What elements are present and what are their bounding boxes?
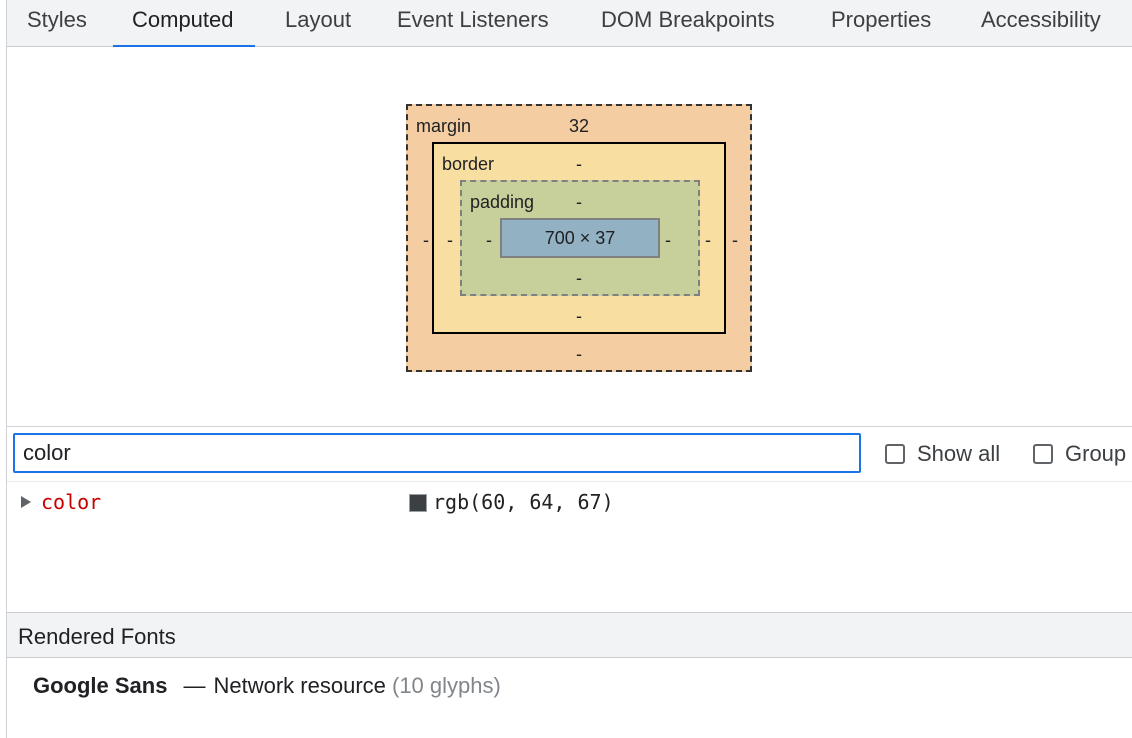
border-bottom-value[interactable]: - bbox=[576, 306, 582, 327]
filter-divider bbox=[7, 426, 1132, 427]
box-model-padding[interactable]: padding - - - - 700 × 37 bbox=[460, 180, 700, 296]
font-dash: — bbox=[183, 673, 206, 698]
expand-triangle-icon[interactable] bbox=[21, 496, 31, 508]
color-swatch[interactable] bbox=[409, 494, 427, 512]
tab-event-listeners[interactable]: Event Listeners bbox=[397, 0, 549, 46]
group-checkbox[interactable]: Group bbox=[1033, 440, 1126, 468]
box-model-border[interactable]: border - - - - padding - - - - 700 × 37 bbox=[432, 142, 726, 334]
padding-bottom-value[interactable]: - bbox=[576, 268, 582, 289]
filter-bottom-divider bbox=[7, 481, 1132, 482]
box-model-content[interactable]: 700 × 37 bbox=[500, 218, 660, 258]
margin-bottom-value[interactable]: - bbox=[576, 344, 582, 365]
rendered-fonts-title: Rendered Fonts bbox=[18, 624, 176, 649]
padding-label: padding bbox=[470, 192, 535, 212]
tab-properties[interactable]: Properties bbox=[831, 0, 931, 46]
padding-left-value[interactable]: - bbox=[486, 230, 492, 251]
group-checkbox-box[interactable] bbox=[1033, 444, 1053, 464]
padding-top-value[interactable]: - bbox=[576, 192, 582, 213]
tab-styles[interactable]: Styles bbox=[27, 0, 87, 46]
property-value: rgb(60, 64, 67) bbox=[433, 490, 614, 514]
border-left-value[interactable]: - bbox=[447, 230, 453, 251]
font-source: Network resource bbox=[213, 673, 386, 698]
padding-right-value[interactable]: - bbox=[665, 230, 671, 251]
font-family-name: Google Sans bbox=[33, 673, 168, 698]
tab-accessibility[interactable]: Accessibility bbox=[981, 0, 1101, 46]
show-all-checkbox-box[interactable] bbox=[885, 444, 905, 464]
border-right-value[interactable]: - bbox=[705, 230, 711, 251]
border-top-value[interactable]: - bbox=[576, 154, 582, 175]
group-label: Group bbox=[1065, 441, 1127, 466]
tab-computed[interactable]: Computed bbox=[113, 0, 254, 47]
margin-right-value[interactable]: - bbox=[732, 230, 738, 251]
sidebar-tab-bar: Styles Computed Layout Event Listeners D… bbox=[7, 0, 1132, 47]
margin-top-value[interactable]: 32 bbox=[569, 116, 589, 137]
rendered-font-item: Google Sans — Network resource (10 glyphs) bbox=[33, 673, 501, 699]
show-all-checkbox[interactable]: Show all bbox=[885, 440, 1000, 468]
tab-layout[interactable]: Layout bbox=[285, 0, 351, 46]
computed-property-row[interactable]: color rgb(60, 64, 67) bbox=[7, 486, 1132, 520]
margin-label: margin bbox=[416, 116, 472, 136]
box-model-margin[interactable]: margin 32 - - - border - - - - padding -… bbox=[406, 104, 752, 372]
margin-left-value[interactable]: - bbox=[423, 230, 429, 251]
show-all-label: Show all bbox=[917, 441, 1001, 466]
border-label: border bbox=[442, 154, 495, 174]
property-name: color bbox=[41, 490, 102, 514]
font-glyph-count: (10 glyphs) bbox=[392, 673, 501, 698]
filter-input[interactable] bbox=[13, 433, 861, 473]
rendered-fonts-header: Rendered Fonts bbox=[7, 612, 1132, 658]
tab-dom-breakpoints[interactable]: DOM Breakpoints bbox=[601, 0, 775, 46]
